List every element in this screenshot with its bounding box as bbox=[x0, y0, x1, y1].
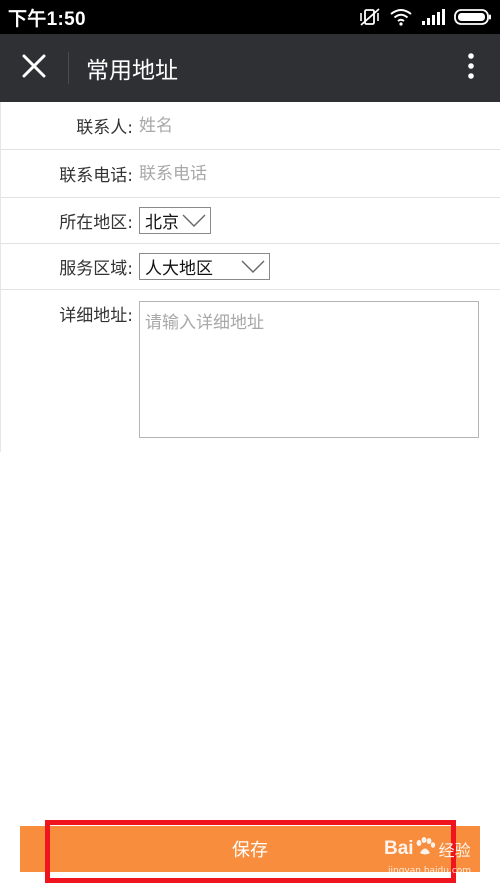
chevron-down-icon bbox=[241, 260, 265, 274]
status-time: 下午1:50 bbox=[8, 8, 86, 30]
service-area-row: 服务区域: 人大地区 bbox=[0, 244, 500, 290]
address-form: 联系人: 联系电话: 所在地区: 北京 服务区域: 人大地区 详 bbox=[0, 102, 500, 452]
contact-row: 联系人: bbox=[0, 102, 500, 150]
vibrate-mute-icon bbox=[359, 7, 381, 27]
save-button[interactable]: 保存 bbox=[20, 826, 480, 872]
wifi-icon bbox=[390, 8, 412, 26]
battery-icon bbox=[454, 8, 492, 26]
address-row: 详细地址: bbox=[0, 290, 500, 452]
close-button[interactable] bbox=[0, 34, 68, 102]
region-label: 所在地区: bbox=[59, 213, 133, 233]
page-title: 常用地址 bbox=[86, 58, 178, 84]
phone-input[interactable] bbox=[139, 163, 439, 184]
contact-label: 联系人: bbox=[76, 118, 133, 138]
region-selected-value: 北京 bbox=[145, 213, 179, 233]
phone-row: 联系电话: bbox=[0, 150, 500, 198]
close-icon bbox=[22, 54, 46, 82]
app-bar-divider bbox=[68, 52, 69, 84]
address-label: 详细地址: bbox=[59, 306, 133, 326]
app-bar: 常用地址 bbox=[0, 34, 500, 102]
save-button-label: 保存 bbox=[232, 840, 268, 861]
chevron-down-icon bbox=[182, 214, 206, 228]
signal-icon bbox=[421, 9, 445, 25]
more-menu-button[interactable] bbox=[442, 34, 500, 102]
region-row: 所在地区: 北京 bbox=[0, 198, 500, 244]
contact-name-input[interactable] bbox=[139, 115, 439, 136]
more-vertical-icon bbox=[467, 52, 475, 84]
address-textarea[interactable] bbox=[139, 301, 479, 438]
status-bar: 下午1:50 bbox=[0, 0, 500, 34]
phone-label: 联系电话: bbox=[59, 166, 133, 186]
region-select[interactable]: 北京 bbox=[139, 207, 211, 234]
service-area-select[interactable]: 人大地区 bbox=[139, 253, 270, 280]
status-icons bbox=[359, 7, 492, 27]
service-area-selected-value: 人大地区 bbox=[145, 259, 213, 279]
service-area-label: 服务区域: bbox=[59, 259, 133, 279]
